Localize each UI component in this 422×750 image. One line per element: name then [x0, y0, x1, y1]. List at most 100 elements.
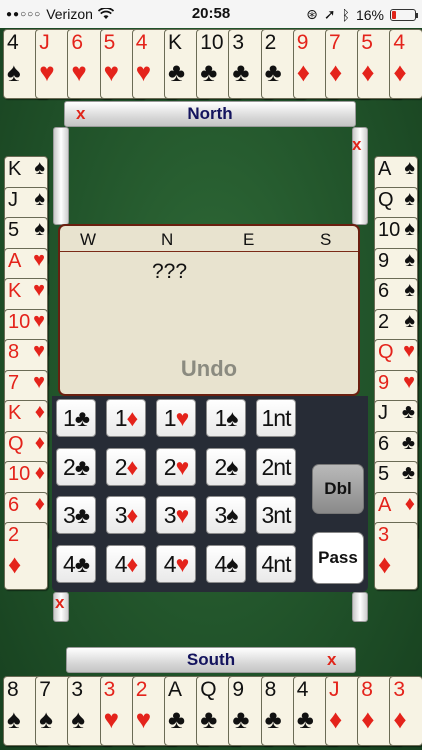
- bid-level: 1: [63, 405, 76, 431]
- bid-1-spades-button[interactable]: 1♠: [206, 399, 246, 437]
- card-rank: 8: [8, 341, 20, 363]
- card-rank: 10: [8, 310, 31, 333]
- bid-4-spades-button[interactable]: 4♠: [206, 544, 246, 583]
- heart-suit-icon: ♥: [33, 279, 45, 301]
- bid-4-hearts-button[interactable]: 4♥: [156, 544, 196, 583]
- bid-entry-pending: ???: [152, 260, 188, 283]
- card-rank: 3: [393, 678, 406, 701]
- card-rank: J: [39, 31, 50, 54]
- card-rank: 9: [378, 371, 390, 394]
- card-rank: 2: [8, 524, 20, 546]
- club-suit-icon: ♣: [401, 462, 415, 484]
- card-rank: K: [8, 280, 22, 302]
- card-rank: 7: [329, 31, 341, 54]
- bid-level: 4: [214, 550, 227, 577]
- bid-3-spades-button[interactable]: 3♠: [206, 496, 246, 534]
- north-card-4-diamond[interactable]: 4 ♦: [389, 29, 422, 99]
- card-rank: 7: [39, 678, 51, 701]
- card-rank: 8: [7, 678, 19, 701]
- club-suit-icon: ♣: [74, 550, 90, 577]
- west-card-2-diamond[interactable]: 2 ♦: [4, 522, 48, 590]
- bid-2-hearts-button[interactable]: 2♥: [156, 447, 196, 486]
- bidding-history-header: W N E S: [60, 226, 358, 252]
- undo-button[interactable]: Undo: [60, 356, 358, 382]
- heart-suit-icon: ♥: [103, 57, 120, 87]
- north-close-button[interactable]: x: [76, 105, 85, 123]
- card-rank: J: [329, 678, 340, 701]
- notrump-label: nt: [273, 550, 291, 577]
- spade-suit-icon: ♠: [404, 157, 415, 179]
- west-close-button[interactable]: x: [55, 594, 64, 612]
- heart-suit-icon: ♥: [135, 57, 152, 87]
- bid-level: 2: [261, 453, 275, 480]
- bid-1-hearts-button[interactable]: 1♥: [156, 399, 196, 437]
- diamond-suit-icon: ♦: [34, 401, 45, 423]
- diamond-suit-icon: ♦: [329, 704, 343, 734]
- bid-3-diamonds-button[interactable]: 3♦: [106, 496, 146, 534]
- card-rank: 5: [103, 31, 116, 54]
- diamond-suit-icon: ♦: [8, 549, 22, 579]
- club-suit-icon: ♣: [74, 453, 90, 480]
- bid-1-notrump-button[interactable]: 1nt: [256, 399, 296, 437]
- bid-2-clubs-button[interactable]: 2♣: [56, 447, 96, 486]
- spade-suit-icon: ♠: [71, 704, 86, 734]
- location-icon: ➚: [323, 6, 336, 22]
- bid-2-spades-button[interactable]: 2♠: [206, 447, 246, 486]
- card-rank: 2: [135, 678, 148, 701]
- spade-suit-icon: ♠: [404, 309, 415, 332]
- east-card-3-diamond[interactable]: 3 ♦: [374, 522, 418, 590]
- heart-suit-icon: ♥: [33, 309, 45, 332]
- card-rank: 6: [378, 432, 390, 455]
- card-rank: 4: [135, 31, 148, 54]
- spade-suit-icon: ♠: [34, 187, 45, 210]
- card-rank: 10: [8, 463, 31, 485]
- bid-4-notrump-button[interactable]: 4nt: [256, 544, 296, 583]
- pass-button[interactable]: Pass: [312, 532, 364, 584]
- notrump-label: nt: [273, 502, 291, 528]
- bid-4-clubs-button[interactable]: 4♣: [56, 544, 96, 583]
- club-suit-icon: ♣: [200, 704, 218, 734]
- orientation-lock-icon: ⊛: [306, 6, 318, 22]
- card-rank: 6: [8, 493, 20, 516]
- card-rank: 4: [296, 678, 309, 701]
- battery-percent: 16%: [355, 6, 384, 23]
- double-button[interactable]: Dbl: [312, 464, 364, 514]
- card-rank: J: [378, 402, 388, 424]
- card-rank: 3: [378, 524, 390, 546]
- column-north: N: [161, 230, 174, 249]
- south-card-3-diamond[interactable]: 3 ♦: [389, 676, 422, 746]
- bid-level: 4: [163, 550, 177, 577]
- card-rank: 4: [393, 31, 406, 54]
- card-rank: A: [378, 158, 392, 180]
- south-close-button[interactable]: x: [327, 651, 336, 669]
- club-suit-icon: ♣: [74, 502, 90, 528]
- bid-level: 4: [63, 550, 76, 577]
- bid-level: 3: [163, 502, 177, 528]
- bid-1-clubs-button[interactable]: 1♣: [56, 399, 96, 437]
- card-rank: Q: [378, 341, 394, 363]
- club-suit-icon: ♣: [232, 704, 250, 734]
- bid-2-diamonds-button[interactable]: 2♦: [106, 447, 146, 486]
- bid-level: 2: [114, 453, 128, 480]
- heart-suit-icon: ♥: [175, 405, 190, 431]
- bid-3-notrump-button[interactable]: 3nt: [256, 496, 296, 534]
- battery-fill: [392, 10, 396, 19]
- card-rank: 2: [264, 31, 277, 54]
- bid-1-diamonds-button[interactable]: 1♦: [106, 399, 146, 437]
- diamond-suit-icon: ♦: [126, 502, 139, 528]
- card-rank: 4: [7, 31, 19, 54]
- heart-suit-icon: ♥: [71, 57, 87, 87]
- east-close-button[interactable]: x: [352, 136, 361, 154]
- bid-level: 3: [114, 502, 128, 528]
- heart-suit-icon: ♥: [175, 502, 190, 528]
- card-rank: 8: [264, 678, 277, 701]
- card-rank: Q: [8, 432, 24, 455]
- heart-suit-icon: ♥: [135, 704, 152, 734]
- bid-3-clubs-button[interactable]: 3♣: [56, 496, 96, 534]
- bid-4-diamonds-button[interactable]: 4♦: [106, 544, 146, 583]
- bid-3-hearts-button[interactable]: 3♥: [156, 496, 196, 534]
- card-rank: 9: [378, 249, 390, 272]
- card-rank: 6: [378, 280, 390, 302]
- bid-2-notrump-button[interactable]: 2nt: [256, 447, 296, 486]
- column-south: S: [320, 230, 332, 249]
